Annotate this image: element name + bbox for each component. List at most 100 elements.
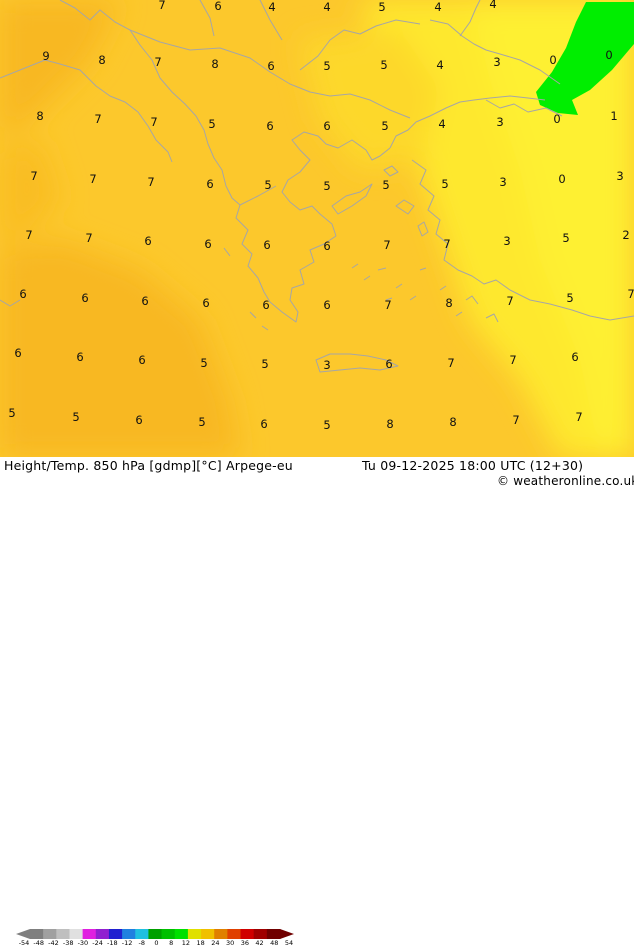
map-area: 7 6 4 4 5 4 4 9 8 7 8 6 5 5 4 3 0 0 8 7 7 5 6 6 5 4 3 0 1 7 7 7 6 5 5 5 5 3 0 3… <box>0 0 634 457</box>
scale-tick-label: 48 <box>270 939 279 947</box>
temperature-label: 8 <box>386 417 393 431</box>
scale-swatch <box>122 929 136 939</box>
temperature-label: 2 <box>622 228 629 242</box>
temperature-label: 7 <box>89 172 96 186</box>
scale-arrow-right <box>280 929 294 939</box>
temperature-label: 3 <box>493 55 500 69</box>
temperature-label: 6 <box>204 237 211 251</box>
temperature-label: 6 <box>141 294 148 308</box>
scale-tick-label: 36 <box>240 939 249 947</box>
temperature-label: 6 <box>266 119 273 133</box>
scale-swatch <box>30 929 44 939</box>
scale-swatch <box>187 929 202 939</box>
scale-tick-label: 54 <box>284 939 294 947</box>
temperature-label: 7 <box>147 175 154 189</box>
temperature-label: 5 <box>208 117 215 131</box>
scale-tick-label: -8 <box>138 939 146 947</box>
scale-tick-label: -12 <box>121 939 133 947</box>
temperature-label: 0 <box>558 172 565 186</box>
temperature-label: 5 <box>381 119 388 133</box>
temperature-label: 6 <box>76 350 83 364</box>
temperature-label: 6 <box>19 287 26 301</box>
valid-time: Tu 09-12-2025 18:00 UTC (12+30) <box>362 458 584 473</box>
credit-link[interactable]: © weatheronline.co.uk <box>497 474 634 488</box>
scale-tick-label: -54 <box>18 939 30 947</box>
temperature-label: 5 <box>198 415 205 429</box>
scale-swatch <box>214 929 228 939</box>
temperature-label: 7 <box>384 298 391 312</box>
temperature-label: 5 <box>380 58 387 72</box>
temperature-label: 5 <box>562 231 569 245</box>
temperature-label: 3 <box>499 175 506 189</box>
temperature-label: 7 <box>627 287 634 301</box>
temperature-label: 5 <box>261 357 268 371</box>
scale-swatch <box>148 929 163 939</box>
scale-swatch <box>201 929 215 939</box>
temperature-label: 6 <box>260 417 267 431</box>
scale-tick-label: -18 <box>107 939 118 947</box>
temperature-label: 5 <box>323 59 330 73</box>
temperature-label: 3 <box>496 115 503 129</box>
scale-swatch <box>174 929 189 939</box>
temperature-label: 0 <box>553 112 560 126</box>
scale-tick-label: 18 <box>196 939 205 947</box>
temperature-label: 5 <box>200 356 207 370</box>
temperature-label: 8 <box>98 53 105 67</box>
scale-swatch <box>69 929 84 939</box>
temperature-label: 4 <box>323 0 330 14</box>
temperature-label: 7 <box>30 169 37 183</box>
color-scale-ticks: -54 -48 -42 -38 -30 -24 -18 -12 -8 0 8 12 18 24 30 36 42… <box>16 939 306 948</box>
temperature-label: 8 <box>449 415 456 429</box>
temperature-label: 7 <box>25 228 32 242</box>
scale-tick-label: -38 <box>62 939 74 947</box>
temperature-label: 7 <box>575 410 582 424</box>
temperature-label: 6 <box>323 119 330 133</box>
temperature-label: 0 <box>605 48 612 62</box>
temperature-label: 4 <box>268 0 275 14</box>
temperature-label: 9 <box>42 49 49 63</box>
temperature-label: 8 <box>211 57 218 71</box>
scale-tick-label: 12 <box>181 939 191 947</box>
color-scale <box>16 929 294 939</box>
scale-tick-label: 30 <box>225 939 235 947</box>
temperature-label: 6 <box>206 177 213 191</box>
temperature-label: 7 <box>512 413 519 427</box>
temperature-map: 7 6 4 4 5 4 4 9 8 7 8 6 5 5 4 3 0 0 8 7 7 5 6 6 5 4 3 0 1 7 7 7 6 5 5 5 5 3 0 3… <box>0 0 634 457</box>
temperature-label: 6 <box>214 0 221 13</box>
temperature-label: 5 <box>72 410 79 424</box>
temperature-label: 6 <box>202 296 209 310</box>
temperature-label: 7 <box>150 115 157 129</box>
scale-swatch <box>253 929 268 939</box>
scale-swatch <box>82 929 97 939</box>
scale-swatch <box>135 929 149 939</box>
temperature-label: 5 <box>323 179 330 193</box>
scale-tick-label: -48 <box>33 939 45 947</box>
temperature-label: 6 <box>14 346 21 360</box>
temperature-label: 6 <box>135 413 142 427</box>
temperature-label: 7 <box>158 0 165 12</box>
temperature-label: 5 <box>441 177 448 191</box>
temperature-label: 6 <box>138 353 145 367</box>
scale-tick-label: -42 <box>48 939 59 947</box>
temperature-label: 4 <box>436 58 443 72</box>
temperature-label: 5 <box>8 406 15 420</box>
scale-swatch <box>108 929 123 939</box>
temperature-label: 4 <box>489 0 496 11</box>
temperature-label: 6 <box>323 298 330 312</box>
temperature-label: 8 <box>445 296 452 310</box>
scale-swatch <box>43 929 57 939</box>
temperature-label: 5 <box>378 0 385 14</box>
temperature-label: 5 <box>566 291 573 305</box>
temperature-label: 3 <box>503 234 510 248</box>
temperature-label: 7 <box>94 112 101 126</box>
temperature-label: 6 <box>263 238 270 252</box>
temperature-label: 4 <box>434 0 441 14</box>
temperature-label: 6 <box>267 59 274 73</box>
scale-swatch <box>56 929 70 939</box>
temperature-label: 7 <box>383 238 390 252</box>
scale-arrow-left <box>16 929 30 939</box>
temperature-label: 7 <box>443 237 450 251</box>
temperature-label: 6 <box>385 357 392 371</box>
temperature-label: 8 <box>36 109 43 123</box>
temperature-label: 1 <box>610 109 617 123</box>
